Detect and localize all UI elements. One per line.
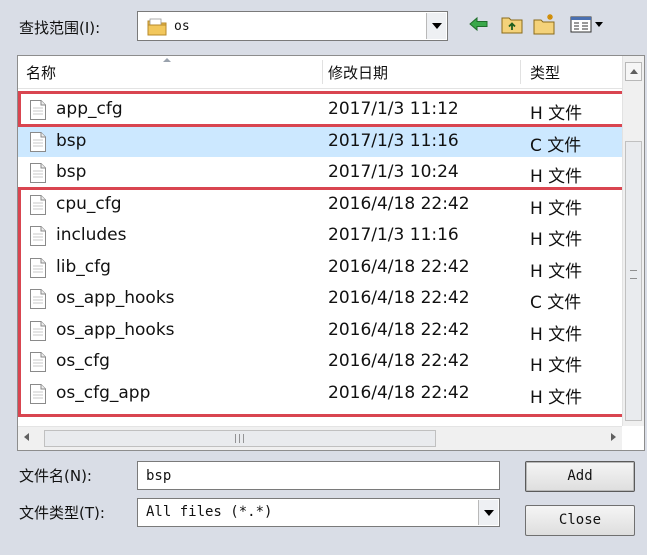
file-date-modified: 2016/4/18 22:42	[328, 193, 470, 214]
file-type: H 文件	[530, 324, 583, 345]
up-one-level-button[interactable]	[498, 13, 526, 39]
file-row[interactable]: bsp 2017/1/3 11:16 C 文件	[18, 125, 622, 158]
grip-icon	[630, 270, 637, 279]
file-date-modified: 2017/1/3 11:16	[328, 225, 459, 245]
file-type: C 文件	[530, 293, 582, 313]
file-name: bsp	[56, 130, 87, 151]
file-icon	[29, 320, 47, 347]
file-date-modified: 2017/1/3 11:12	[328, 99, 459, 119]
look-in-combobox[interactable]: os	[137, 11, 448, 41]
file-name: bsp	[56, 162, 87, 182]
file-name: os_app_hooks	[56, 288, 175, 308]
new-folder-icon	[533, 13, 557, 39]
file-type: H 文件	[530, 356, 583, 376]
column-header-date-modified[interactable]: 修改日期	[328, 56, 388, 88]
file-date-modified: 2016/4/18 22:42	[328, 319, 470, 340]
chevron-down-icon	[431, 23, 442, 29]
chevron-down-icon	[483, 509, 494, 516]
column-header-type[interactable]: 类型	[530, 56, 560, 88]
file-type-label: 文件类型(T):	[19, 504, 105, 522]
file-name: cpu_cfg	[56, 193, 122, 214]
file-type: H 文件	[530, 261, 583, 282]
add-button[interactable]: Add	[525, 461, 635, 492]
file-row[interactable]: app_cfg 2017/1/3 11:12 H 文件	[18, 94, 622, 126]
file-icon	[29, 351, 47, 378]
chevron-up-icon	[629, 69, 638, 74]
view-menu-icon	[570, 15, 610, 37]
file-type: H 文件	[530, 387, 583, 408]
file-icon	[29, 225, 47, 252]
file-type: H 文件	[530, 230, 583, 250]
file-name: os_cfg_app	[56, 382, 151, 403]
file-type-dropdown-button[interactable]	[478, 500, 498, 525]
file-row[interactable]: os_cfg_app 2016/4/18 22:42 H 文件	[18, 378, 622, 410]
file-name-input[interactable]	[137, 461, 500, 490]
chevron-right-icon[interactable]	[611, 433, 616, 441]
file-row[interactable]: cpu_cfg 2016/4/18 22:42 H 文件	[18, 189, 622, 221]
file-name: os_app_hooks	[56, 319, 175, 340]
file-date-modified: 2017/1/3 10:24	[328, 162, 459, 182]
back-button[interactable]	[464, 13, 494, 39]
file-type: C 文件	[530, 135, 582, 156]
look-in-dropdown-button[interactable]	[426, 13, 446, 39]
horizontal-scrollbar[interactable]: |||	[18, 426, 622, 450]
file-type: H 文件	[530, 198, 583, 219]
file-row[interactable]: os_app_hooks 2016/4/18 22:42 C 文件	[18, 283, 622, 315]
view-menu-button[interactable]	[566, 13, 614, 39]
file-row[interactable]: lib_cfg 2016/4/18 22:42 H 文件	[18, 252, 622, 284]
folder-up-icon	[501, 14, 523, 38]
sort-ascending-icon	[163, 58, 171, 62]
file-row[interactable]: includes 2017/1/3 11:16 H 文件	[18, 220, 622, 252]
look-in-value: os	[174, 19, 190, 34]
list-header: 名称 修改日期 类型	[18, 56, 622, 89]
file-icon	[29, 194, 47, 221]
close-button[interactable]: Close	[525, 505, 635, 536]
back-arrow-icon	[469, 16, 489, 36]
file-date-modified: 2016/4/18 22:42	[328, 351, 470, 371]
scroll-up-button[interactable]	[625, 62, 642, 81]
folder-icon	[147, 18, 167, 40]
file-date-modified: 2016/4/18 22:42	[328, 382, 470, 403]
file-type: H 文件	[530, 167, 583, 187]
file-type: H 文件	[530, 104, 583, 124]
file-date-modified: 2017/1/3 11:16	[328, 130, 459, 151]
column-divider[interactable]	[322, 60, 323, 84]
horizontal-scroll-thumb[interactable]: |||	[44, 430, 436, 447]
file-list[interactable]: 名称 修改日期 类型 app_cfg 2017/1/3 11:12 H 文件 bsp 2…	[17, 55, 645, 451]
file-name-label: 文件名(N):	[19, 467, 92, 485]
file-date-modified: 2016/4/18 22:42	[328, 288, 470, 308]
vertical-scrollbar[interactable]	[622, 56, 644, 426]
file-name: os_cfg	[56, 351, 110, 371]
column-header-name[interactable]: 名称	[26, 56, 322, 88]
file-row[interactable]: os_cfg 2016/4/18 22:42 H 文件	[18, 346, 622, 378]
file-rows: app_cfg 2017/1/3 11:12 H 文件 bsp 2017/1/3 11:…	[18, 94, 622, 409]
file-name: lib_cfg	[56, 256, 111, 277]
file-row[interactable]: bsp 2017/1/3 10:24 H 文件	[18, 157, 622, 189]
file-icon	[29, 288, 47, 315]
file-icon	[29, 131, 47, 158]
grip-icon: |||	[234, 434, 247, 444]
file-icon	[29, 162, 47, 189]
file-row[interactable]: os_app_hooks 2016/4/18 22:42 H 文件	[18, 315, 622, 347]
vertical-scroll-thumb[interactable]	[625, 141, 642, 421]
file-icon	[29, 257, 47, 284]
file-date-modified: 2016/4/18 22:42	[328, 256, 470, 277]
file-type-combobox[interactable]: All files (*.*)	[137, 498, 500, 527]
file-icon	[29, 99, 47, 126]
chevron-left-icon[interactable]	[24, 433, 29, 441]
look-in-label: 查找范围(I):	[19, 19, 101, 37]
file-name: includes	[56, 225, 127, 245]
file-type-value: All files (*.*)	[146, 504, 273, 520]
column-divider[interactable]	[520, 60, 521, 84]
new-folder-button[interactable]	[530, 13, 560, 39]
file-name: app_cfg	[56, 99, 123, 119]
file-icon	[29, 383, 47, 410]
